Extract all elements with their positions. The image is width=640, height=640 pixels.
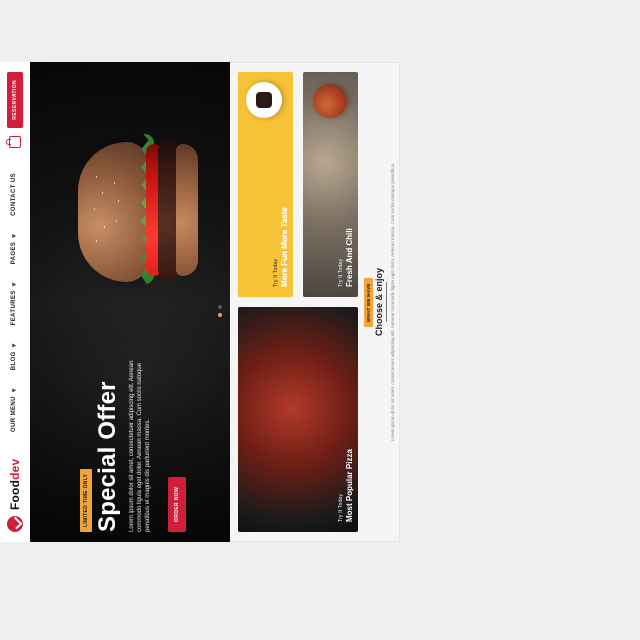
- website-page: Fooddev OUR MENU ▾ BLOG ▾ FEATURES ▾ PAG…: [0, 62, 400, 542]
- menu-label: PAGES: [11, 241, 17, 265]
- burger-bun-bottom: [176, 144, 198, 276]
- promo-plate-image: [246, 82, 282, 118]
- chevron-down-icon: ▾: [11, 233, 18, 238]
- menu-item-contact[interactable]: CONTACT US: [10, 173, 18, 216]
- choose-section: WHAT WE HAVE Choose & enjoy Lorem ipsum …: [364, 62, 400, 542]
- hero-title: Special Offer: [94, 381, 121, 532]
- promo-title: Fresh And Chili: [345, 228, 354, 287]
- order-now-button[interactable]: ORDER NOW: [168, 476, 186, 532]
- sesame-seed: [102, 192, 103, 194]
- menu-label: CONTACT US: [11, 172, 17, 216]
- sesame-seed: [116, 220, 117, 222]
- sesame-seed: [114, 182, 115, 184]
- choose-underline: [386, 282, 387, 322]
- menu-label: FEATURES: [11, 290, 17, 326]
- promo-card-fun[interactable]: Try It Today More Fun More Taste: [238, 72, 293, 297]
- promo-card-chili[interactable]: Try It Today Fresh And Chili: [303, 72, 358, 297]
- slider-dot-active[interactable]: [218, 313, 222, 317]
- nav-actions: RESERVATION: [7, 72, 23, 148]
- site-logo[interactable]: Fooddev: [6, 459, 24, 532]
- promo-title: More Fun More Taste: [280, 207, 289, 287]
- promo-label: Try It Today: [338, 258, 344, 287]
- promo-title: Most Popular Pizza: [345, 449, 354, 522]
- logo-text-main: Food: [8, 479, 22, 510]
- sesame-seed: [104, 226, 105, 228]
- choose-description: Lorem ipsum dolor sit amet, consectetuer…: [390, 162, 395, 442]
- menu-label: OUR MENU: [11, 396, 17, 432]
- logo-text: Fooddev: [8, 459, 22, 510]
- promo-grid: Try It Today Most Popular Pizza Try It T…: [238, 72, 358, 532]
- sesame-seed: [96, 176, 97, 178]
- hero-tag: LIMITED TIME ONLY: [80, 468, 92, 532]
- cart-icon[interactable]: [9, 135, 21, 148]
- screenshot-canvas: Fooddev OUR MENU ▾ BLOG ▾ FEATURES ▾ PAG…: [0, 0, 640, 640]
- sesame-seed: [96, 240, 97, 242]
- hero-description: Lorem ipsum dolor sit amet, consectetuer…: [129, 360, 151, 532]
- chevron-down-icon: ▾: [11, 282, 18, 287]
- menu-label: BLOG: [11, 351, 17, 371]
- logo-icon: [7, 516, 23, 532]
- menu-item-blog[interactable]: BLOG ▾: [10, 343, 18, 370]
- chevron-down-icon: ▾: [11, 343, 18, 348]
- reservation-button[interactable]: RESERVATION: [7, 72, 23, 128]
- slider-dot[interactable]: [218, 305, 222, 309]
- menu-item-pages[interactable]: PAGES ▾: [10, 234, 18, 264]
- sesame-seed: [118, 200, 119, 202]
- promo-label: Try It Today: [273, 258, 279, 287]
- chevron-down-icon: ▾: [11, 388, 18, 393]
- menu-item-features[interactable]: FEATURES ▾: [10, 282, 18, 325]
- hero-slider-dots: [218, 305, 222, 317]
- sesame-seed: [94, 208, 95, 210]
- choose-tag: WHAT WE HAVE: [364, 278, 373, 327]
- promo-label: Try It Today: [338, 493, 344, 522]
- logo-text-accent: dev: [8, 458, 22, 480]
- promo-card-pizza[interactable]: Try It Today Most Popular Pizza: [238, 307, 358, 532]
- promo-food-image: [313, 84, 347, 118]
- main-menu: OUR MENU ▾ BLOG ▾ FEATURES ▾ PAGES ▾ CON…: [10, 173, 18, 432]
- hero-burger-image: [70, 130, 210, 300]
- choose-title: Choose & enjoy: [374, 268, 384, 337]
- burger-bun-top: [78, 142, 148, 282]
- top-navigation: Fooddev OUR MENU ▾ BLOG ▾ FEATURES ▾ PAG…: [0, 62, 31, 542]
- hero-banner: LIMITED TIME ONLY Special Offer Lorem ip…: [30, 62, 230, 542]
- menu-item-our-menu[interactable]: OUR MENU ▾: [10, 388, 18, 432]
